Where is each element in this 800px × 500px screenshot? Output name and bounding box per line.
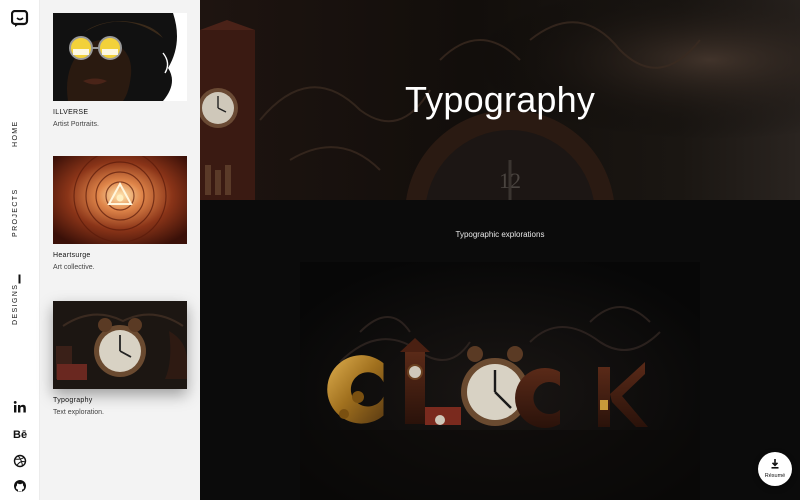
- project-description: Text exploration.: [53, 409, 104, 416]
- icon-rail: HOME PROJECTS DESIGNS Bē: [0, 0, 40, 500]
- clock-typography-artwork: [300, 262, 700, 500]
- resume-download-button[interactable]: Résumé: [758, 452, 792, 486]
- nav-home[interactable]: HOME: [12, 120, 19, 147]
- nav-designs[interactable]: DESIGNS: [12, 284, 19, 325]
- project-title: Heartsurge: [53, 252, 91, 259]
- chat-bubble-logo-icon[interactable]: [11, 10, 29, 28]
- project-description: Art collective.: [53, 264, 95, 271]
- app: HOME PROJECTS DESIGNS Bē ILLVERSE Artist…: [0, 0, 800, 500]
- project-card-typography[interactable]: Typography Text exploration.: [53, 301, 188, 416]
- project-title: ILLVERSE: [53, 109, 89, 116]
- github-icon[interactable]: [13, 479, 27, 493]
- section-subtitle: Typographic explorations: [455, 230, 545, 239]
- page-title: Typography: [404, 79, 596, 120]
- main-content: 12 Typography Typographic explorations: [200, 0, 800, 500]
- svg-text:Bē: Bē: [13, 429, 27, 441]
- project-card-heartsurge[interactable]: Heartsurge Art collective.: [53, 156, 188, 271]
- behance-icon[interactable]: Bē: [13, 427, 27, 441]
- download-icon: [771, 459, 779, 469]
- project-card-illverse[interactable]: ILLVERSE Artist Portraits.: [53, 13, 188, 128]
- project-title: Typography: [53, 397, 93, 404]
- dribbble-icon[interactable]: [13, 454, 27, 468]
- heartsurge-art-thumbnail: [53, 156, 187, 244]
- project-list: ILLVERSE Artist Portraits. Heartsurge Ar…: [40, 0, 200, 500]
- resume-label: Résumé: [764, 473, 786, 479]
- linkedin-icon[interactable]: [13, 400, 27, 414]
- project-description: Artist Portraits.: [53, 121, 99, 128]
- nav-projects[interactable]: PROJECTS: [12, 188, 19, 237]
- illverse-portrait-thumbnail: [53, 13, 187, 101]
- hero-banner: 12 Typography: [200, 0, 800, 200]
- typography-clock-thumbnail: [53, 301, 187, 389]
